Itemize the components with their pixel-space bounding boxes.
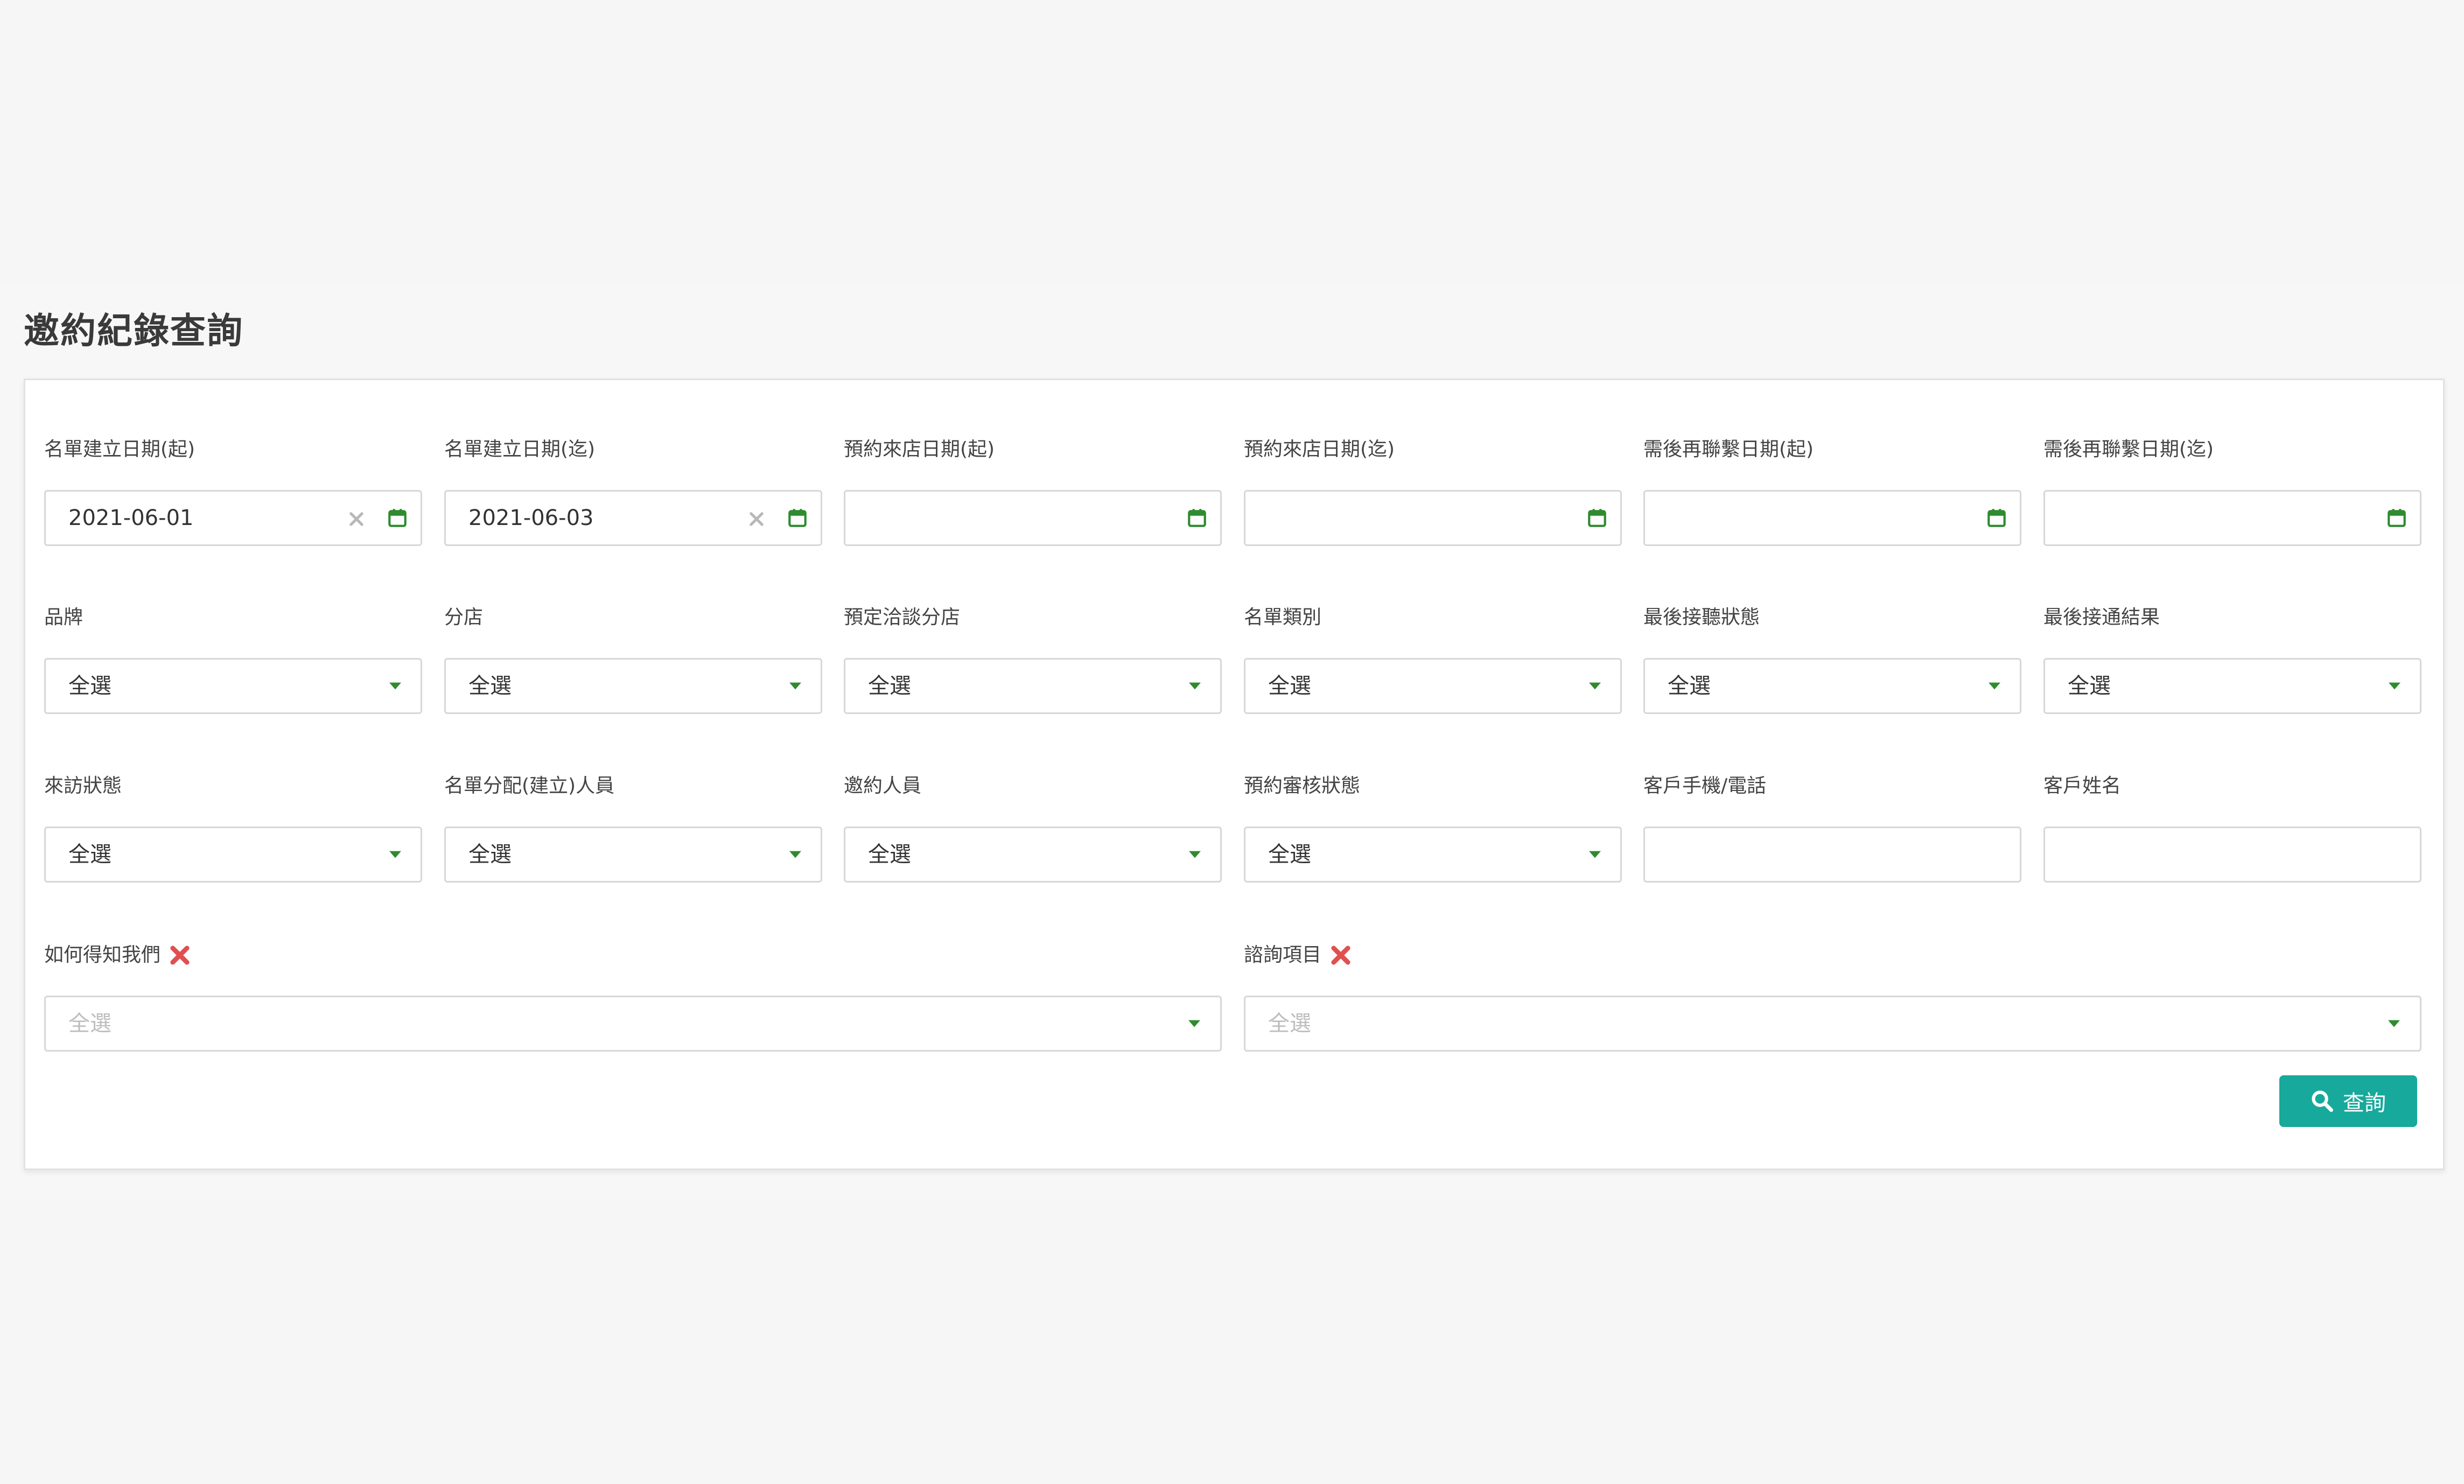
field-label: 預約來店日期(起): [844, 438, 995, 460]
date-picker[interactable]: [2043, 490, 2421, 546]
select-value: 全選: [468, 842, 512, 867]
field-label: 預約來店日期(迄): [1244, 438, 1395, 460]
search-icon: [2312, 1090, 2334, 1112]
field-label: 最後接聽狀態: [1643, 606, 1760, 628]
field-label: 客戶手機/電話: [1643, 775, 1767, 797]
review-status-select[interactable]: 全選: [1244, 827, 1622, 883]
select-placeholder: 全選: [1268, 1011, 1311, 1036]
field-label-text: 諮詢項目: [1244, 944, 1322, 966]
field-label: 諮詢項目: [1244, 942, 1353, 969]
search-button[interactable]: 查詢: [2279, 1075, 2417, 1127]
chevron-down-icon: [1589, 682, 1601, 690]
chevron-down-icon: [1589, 851, 1601, 858]
field-label: 需後再聯繫日期(迄): [2043, 438, 2214, 460]
select-value: 全選: [868, 674, 911, 698]
date-input[interactable]: [868, 502, 1131, 534]
customer-phone-input-box[interactable]: [1643, 827, 2021, 883]
field-label: 邀約人員: [844, 775, 922, 797]
field-label: 需後再聯繫日期(起): [1643, 438, 1814, 460]
date-picker[interactable]: [1244, 490, 1622, 546]
date-picker[interactable]: [444, 490, 822, 546]
chevron-down-icon: [1189, 851, 1201, 858]
field-label: 預約審核狀態: [1244, 775, 1361, 797]
last-connect-result-select[interactable]: 全選: [2043, 658, 2421, 714]
chevron-down-icon: [1188, 1020, 1200, 1027]
select-value: 全選: [2068, 674, 2111, 698]
select-placeholder: 全選: [68, 1011, 111, 1036]
inviter-select[interactable]: 全選: [844, 827, 1222, 883]
field-label: 來訪狀態: [44, 775, 122, 797]
calendar-icon[interactable]: [1586, 507, 1608, 529]
field-label: 預定洽談分店: [844, 606, 961, 628]
field-label: 分店: [444, 606, 484, 628]
brand-select[interactable]: 全選: [44, 658, 422, 714]
calendar-icon[interactable]: [786, 507, 809, 529]
page-title: 邀約紀錄查詢: [24, 310, 243, 352]
select-value: 全選: [68, 674, 111, 698]
field-label: 品牌: [44, 606, 83, 628]
select-value: 全選: [1668, 674, 1711, 698]
select-value: 全選: [868, 842, 911, 867]
field-label: 名單建立日期(起): [44, 438, 195, 460]
customer-name-input-box[interactable]: [2043, 827, 2421, 883]
clear-icon[interactable]: [747, 510, 766, 528]
calendar-icon[interactable]: [1186, 507, 1208, 529]
last-answer-status-select[interactable]: 全選: [1643, 658, 2021, 714]
chevron-down-icon: [1189, 682, 1201, 690]
chevron-down-icon: [389, 682, 401, 690]
date-picker[interactable]: [44, 490, 422, 546]
chevron-down-icon: [1989, 682, 2000, 690]
remove-icon[interactable]: [168, 943, 192, 967]
page: 邀約紀錄查詢 名單建立日期(起) 名單建立日期(迄) 預約來店日期(起) 預約來…: [0, 0, 2464, 1484]
field-label: 名單類別: [1244, 606, 1322, 628]
calendar-icon[interactable]: [1985, 507, 2008, 529]
chevron-down-icon: [789, 851, 801, 858]
field-label: 如何得知我們: [44, 942, 192, 969]
remove-icon[interactable]: [1329, 943, 1353, 967]
select-value: 全選: [1268, 842, 1311, 867]
field-label: 名單分配(建立)人員: [444, 775, 615, 797]
calendar-icon[interactable]: [2385, 507, 2408, 529]
date-input[interactable]: [468, 502, 731, 534]
date-input[interactable]: [2068, 502, 2330, 534]
calendar-icon[interactable]: [386, 507, 409, 529]
date-picker[interactable]: [1643, 490, 2021, 546]
date-input[interactable]: [68, 502, 331, 534]
assigned-staff-select[interactable]: 全選: [444, 827, 822, 883]
customer-name-input[interactable]: [2061, 839, 2399, 870]
consultation-item-select[interactable]: 全選: [1244, 996, 2421, 1052]
date-input[interactable]: [1268, 502, 1531, 534]
visit-status-select[interactable]: 全選: [44, 827, 422, 883]
select-value: 全選: [1268, 674, 1311, 698]
field-label: 最後接通結果: [2043, 606, 2160, 628]
chevron-down-icon: [2389, 682, 2400, 690]
clear-icon[interactable]: [347, 510, 366, 528]
customer-phone-input[interactable]: [1661, 839, 1999, 870]
branch-select[interactable]: 全選: [444, 658, 822, 714]
chevron-down-icon: [2388, 1020, 2400, 1027]
field-label-text: 如何得知我們: [44, 944, 161, 966]
field-label: 客戶姓名: [2043, 775, 2122, 797]
date-picker[interactable]: [844, 490, 1222, 546]
referral-source-select[interactable]: 全選: [44, 996, 1222, 1052]
select-value: 全選: [468, 674, 512, 698]
select-value: 全選: [68, 842, 111, 867]
search-button-label: 查詢: [2343, 1091, 2386, 1116]
date-input[interactable]: [1668, 502, 1930, 534]
chevron-down-icon: [389, 851, 401, 858]
field-label: 名單建立日期(迄): [444, 438, 596, 460]
chevron-down-icon: [789, 682, 801, 690]
list-category-select[interactable]: 全選: [1244, 658, 1622, 714]
planned-branch-select[interactable]: 全選: [844, 658, 1222, 714]
